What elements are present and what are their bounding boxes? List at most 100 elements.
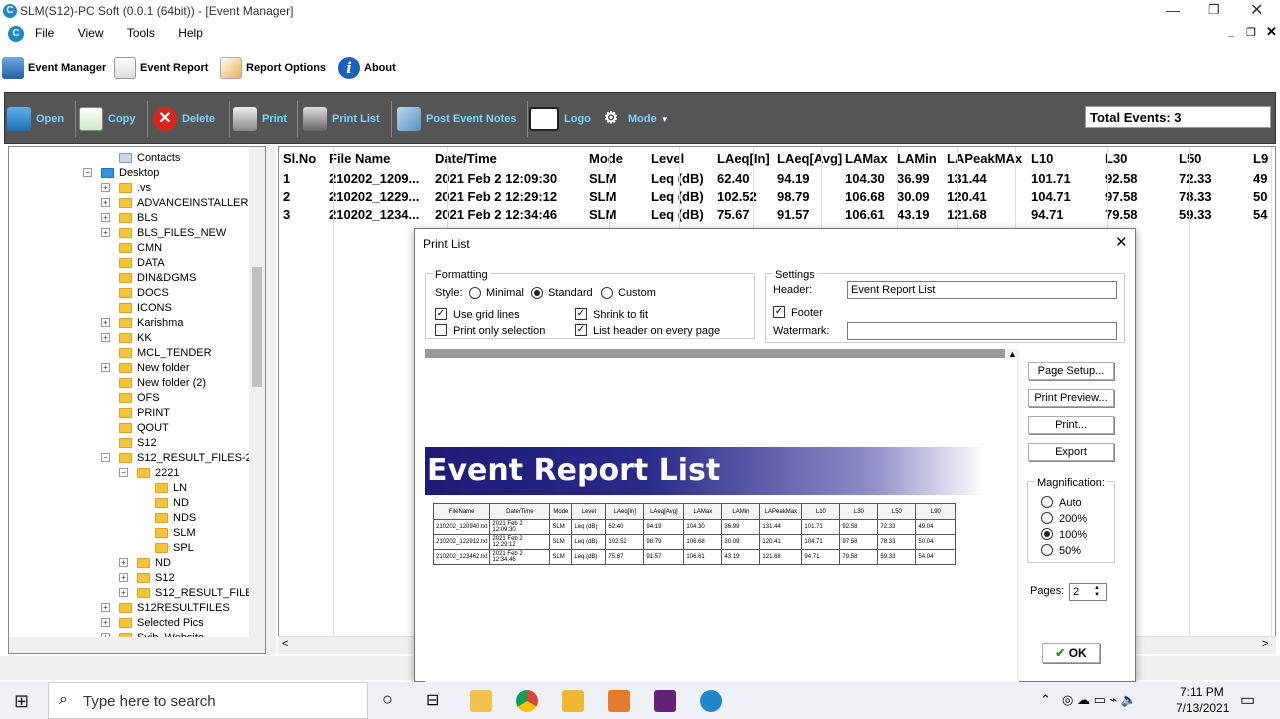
mag-200-radio[interactable]	[1041, 512, 1053, 524]
minimize-icon[interactable]: —	[1166, 2, 1180, 18]
tree-item[interactable]: BLS_FILES_NEW	[119, 225, 226, 240]
tree-item[interactable]: Contacts	[119, 150, 180, 165]
grid-column-header[interactable]: LAMax	[841, 147, 893, 169]
clock-date[interactable]: 7/13/2021	[1176, 701, 1229, 715]
expand-icon[interactable]: +	[101, 363, 110, 372]
tree-item[interactable]: ND	[137, 555, 171, 570]
expand-icon[interactable]: +	[101, 183, 110, 192]
tree-item[interactable]: S12RESULTFILES	[119, 600, 230, 615]
list-header-checkbox[interactable]: ✓	[575, 324, 587, 336]
delete-button[interactable]: ✕ Delete	[153, 105, 215, 133]
tree-item[interactable]: 2221	[137, 465, 179, 480]
tree-item[interactable]: .vs	[119, 180, 151, 195]
collapse-icon[interactable]: −	[119, 468, 128, 477]
copy-button[interactable]: Copy	[79, 105, 136, 133]
print-list-button[interactable]: Print List	[303, 105, 380, 133]
collapse-icon[interactable]: −	[83, 168, 92, 177]
expand-icon[interactable]: +	[101, 198, 110, 207]
tray-chevron-icon[interactable]: ⌃	[1040, 692, 1051, 708]
tree-item[interactable]: KK	[119, 330, 152, 345]
tree-item[interactable]: PRINT	[119, 405, 170, 420]
mdi-minimize-icon[interactable]: _	[1228, 26, 1234, 38]
style-custom-radio[interactable]	[601, 287, 613, 299]
timeline-icon[interactable]: ⊟	[426, 690, 439, 710]
grid-column-header[interactable]: Sl.No	[279, 147, 325, 169]
use-grid-lines-checkbox[interactable]: ✓	[435, 308, 447, 320]
tree-item[interactable]: LN	[155, 480, 187, 495]
tree-item[interactable]: S12	[137, 570, 175, 585]
style-standard-radio[interactable]	[531, 287, 543, 299]
notifications-icon[interactable]: ▭	[1240, 690, 1255, 710]
event-manager-button[interactable]: Event Manager	[2, 54, 106, 82]
grid-column-header[interactable]: LAeq[Avg]	[773, 147, 842, 169]
file-explorer-icon[interactable]	[470, 690, 492, 712]
style-minimal-radio[interactable]	[469, 287, 481, 299]
export-button[interactable]: Export	[1028, 443, 1114, 461]
expand-icon[interactable]: +	[119, 573, 128, 582]
tree-item[interactable]: ICONS	[119, 300, 172, 315]
report-options-button[interactable]: Report Options	[220, 54, 326, 82]
pages-stepper[interactable]: 2	[1069, 583, 1107, 601]
post-event-notes-button[interactable]: Post Event Notes	[397, 105, 516, 133]
clock-time[interactable]: 7:11 PM	[1180, 685, 1224, 699]
tree-item[interactable]: CMN	[119, 240, 162, 255]
app-menu-icon[interactable]: C	[8, 26, 24, 42]
print-button[interactable]: Print	[233, 105, 287, 133]
tree-item[interactable]: NDS	[155, 510, 196, 525]
outlook-icon[interactable]	[608, 690, 630, 712]
mag-auto-radio[interactable]	[1041, 496, 1053, 508]
tree-item[interactable]: SLM	[155, 525, 196, 540]
task-view-icon[interactable]: ○	[382, 689, 393, 710]
scroll-right-icon[interactable]: >	[1262, 638, 1268, 650]
table-row[interactable]: 3 210202_1234... 2021 Feb 2 12:34:46 SLM Leq…	[279, 205, 1275, 223]
page-setup-button[interactable]: Page Setup...	[1028, 362, 1114, 380]
tree-item[interactable]: OFS	[119, 390, 160, 405]
tree-scroll-thumb[interactable]	[252, 267, 262, 387]
close-icon[interactable]: ✕	[1250, 0, 1263, 20]
menu-help[interactable]: Help	[168, 22, 213, 44]
expand-icon[interactable]: +	[101, 618, 110, 627]
splitter[interactable]	[266, 146, 276, 654]
grid-column-header[interactable]: L10	[1027, 147, 1101, 169]
stepper-arrows-icon[interactable]: ▲ ▼	[1094, 585, 1100, 599]
grid-column-header[interactable]: L50	[1175, 147, 1249, 169]
expand-icon[interactable]: +	[119, 588, 128, 597]
tree-horizontal-scrollbar[interactable]	[9, 637, 265, 653]
mdi-restore-icon[interactable]: ❐	[1246, 26, 1256, 39]
tree-item[interactable]: DOCS	[119, 285, 169, 300]
grid-column-header[interactable]: Date/Time	[431, 147, 585, 169]
event-report-button[interactable]: Event Report	[114, 54, 208, 82]
grid-column-header[interactable]: Mode	[585, 147, 647, 169]
restore-icon[interactable]: ❐	[1208, 2, 1220, 18]
grid-column-header[interactable]: Level	[647, 147, 713, 169]
tree-item[interactable]: MCL_TENDER	[119, 345, 212, 360]
expand-icon[interactable]: +	[101, 318, 110, 327]
mag-100-radio[interactable]	[1041, 528, 1053, 540]
taskbar-search[interactable]: ⌕ Type here to search	[48, 682, 368, 719]
windows-start-icon[interactable]: ⊞	[14, 691, 29, 712]
tree-item[interactable]: ADVANCEINSTALLER	[119, 195, 248, 210]
tree-item[interactable]: DIN&DGMS	[119, 270, 196, 285]
expand-icon[interactable]: +	[101, 228, 110, 237]
visual-studio-icon[interactable]	[654, 690, 676, 712]
ok-button[interactable]: ✔ OK	[1042, 643, 1100, 663]
open-button[interactable]: Open	[7, 105, 64, 133]
tree-item[interactable]: New folder (2)	[119, 375, 206, 390]
about-button[interactable]: i About	[338, 54, 396, 82]
header-input[interactable]: Event Report List	[847, 281, 1117, 299]
mag-50-radio[interactable]	[1041, 544, 1053, 556]
expand-icon[interactable]: +	[101, 603, 110, 612]
tree-item[interactable]: New folder	[119, 360, 190, 375]
tray-icons[interactable]: ◎ ☁ ▭ ⌁ 🔈	[1062, 692, 1137, 708]
mode-button[interactable]: ⚙ Mode ▼	[599, 105, 669, 133]
tree-item[interactable]: S12_RESULT_FILES	[137, 585, 260, 600]
print-button-dialog[interactable]: Print...	[1028, 416, 1114, 434]
dialog-close-icon[interactable]: ✕	[1115, 233, 1128, 251]
logo-button[interactable]: Logo	[529, 105, 591, 133]
tree-item[interactable]: ND	[155, 495, 189, 510]
shrink-to-fit-checkbox[interactable]: ✓	[575, 308, 587, 320]
collapse-icon[interactable]: −	[101, 453, 110, 462]
expand-icon[interactable]: +	[101, 213, 110, 222]
tree-item[interactable]: S12	[119, 435, 157, 450]
footer-checkbox[interactable]: ✓	[773, 306, 785, 318]
